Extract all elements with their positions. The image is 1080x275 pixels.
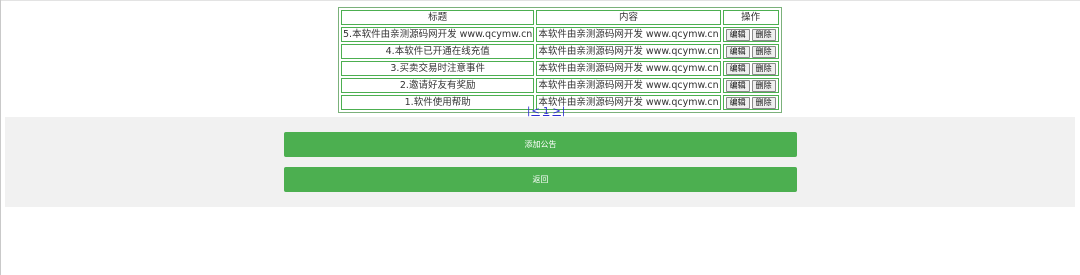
prev-page-link[interactable]: <	[531, 106, 539, 117]
delete-button[interactable]: 删除	[751, 28, 776, 41]
column-header-actions: 操作	[722, 10, 779, 25]
row-content: 本软件由亲测源码网开发 www.qcymw.cn	[536, 44, 721, 59]
row-actions: 编辑 删除	[722, 27, 779, 42]
column-header-title: 标题	[341, 10, 535, 25]
top-divider	[0, 0, 1080, 1]
edit-button[interactable]: 编辑	[725, 28, 750, 41]
row-title: 2.邀请好友有奖励	[341, 78, 535, 93]
row-content: 本软件由亲测源码网开发 www.qcymw.cn	[536, 27, 721, 42]
next-page-link[interactable]: >	[553, 106, 561, 117]
table-row: 2.邀请好友有奖励 本软件由亲测源码网开发 www.qcymw.cn 编辑 删除	[341, 78, 779, 93]
row-content: 本软件由亲测源码网开发 www.qcymw.cn	[536, 61, 721, 76]
edit-button[interactable]: 编辑	[725, 62, 750, 75]
edit-button[interactable]: 编辑	[725, 45, 750, 58]
action-panel: 添加公告 返回	[5, 117, 1075, 207]
row-actions: 编辑 删除	[722, 78, 779, 93]
row-actions: 编辑 删除	[722, 61, 779, 76]
left-divider	[0, 0, 1, 275]
edit-button[interactable]: 编辑	[725, 96, 750, 109]
add-announcement-button[interactable]: 添加公告	[284, 132, 797, 157]
row-actions: 编辑 删除	[722, 44, 779, 59]
row-title: 4.本软件已开通在线充值	[341, 44, 535, 59]
delete-button[interactable]: 删除	[751, 62, 776, 75]
delete-button[interactable]: 删除	[751, 45, 776, 58]
table-row: 3.买卖交易时注意事件 本软件由亲测源码网开发 www.qcymw.cn 编辑删…	[341, 61, 779, 76]
row-title: 1.软件使用帮助	[341, 95, 535, 110]
delete-button[interactable]: 删除	[751, 79, 776, 92]
row-content: 本软件由亲测源码网开发 www.qcymw.cn	[536, 78, 721, 93]
announcement-table: 标题 内容 操作 5.本软件由亲测源码网开发 www.qcymw.cn 本软件由…	[338, 7, 782, 113]
column-header-content: 内容	[536, 10, 721, 25]
table-header-row: 标题 内容 操作	[341, 10, 779, 25]
page-1-link[interactable]: 1	[543, 106, 549, 117]
edit-button[interactable]: 编辑	[725, 79, 750, 92]
pagination-close-bar: |	[561, 106, 566, 117]
delete-button[interactable]: 删除	[751, 96, 776, 109]
table-row: 5.本软件由亲测源码网开发 www.qcymw.cn 本软件由亲测源码网开发 w…	[341, 27, 779, 42]
page: 标题 内容 操作 5.本软件由亲测源码网开发 www.qcymw.cn 本软件由…	[0, 0, 1080, 275]
table-row: 4.本软件已开通在线充值 本软件由亲测源码网开发 www.qcymw.cn 编辑…	[341, 44, 779, 59]
row-title: 5.本软件由亲测源码网开发 www.qcymw.cn	[341, 27, 535, 42]
row-title: 3.买卖交易时注意事件	[341, 61, 535, 76]
row-actions: 编辑 删除	[722, 95, 779, 110]
back-button[interactable]: 返回	[284, 167, 797, 192]
